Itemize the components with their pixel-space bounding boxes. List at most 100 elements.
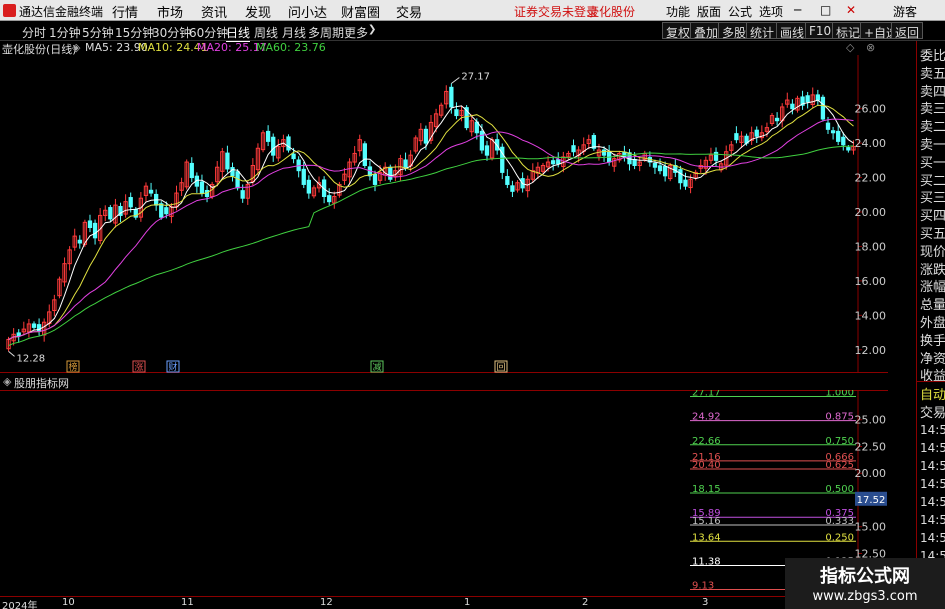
side-item-15: 外盘 bbox=[920, 316, 945, 331]
tab-fenshi[interactable]: 分时 bbox=[22, 24, 46, 41]
candle bbox=[413, 135, 418, 154]
candle bbox=[352, 146, 357, 166]
candle-body bbox=[846, 147, 851, 151]
tab-1min[interactable]: 1分钟 bbox=[49, 24, 81, 41]
main-chart-header: 壶化股份(日线) ◈ MA5: 23.90 MA10: 24.41 MA20: … bbox=[0, 41, 888, 56]
candle bbox=[77, 235, 82, 249]
fib-level-price: 13.64 bbox=[692, 532, 721, 543]
fib-level-price: 15.16 bbox=[692, 516, 721, 527]
candle-body bbox=[189, 162, 194, 179]
candle bbox=[265, 125, 271, 147]
candle bbox=[347, 158, 352, 184]
fib-level-ratio: 0.333 bbox=[825, 516, 854, 527]
candle bbox=[143, 182, 149, 203]
tab-daily[interactable]: 日线 bbox=[226, 24, 251, 42]
candle-body bbox=[820, 96, 826, 120]
candle-body bbox=[164, 207, 169, 215]
x-label-oct: 10 bbox=[62, 597, 75, 608]
fib-level: 20.40 0.625 bbox=[690, 460, 856, 471]
candle bbox=[225, 145, 230, 173]
candle-body bbox=[830, 130, 836, 134]
stats-button[interactable]: 统计 bbox=[746, 22, 779, 40]
menu-item-jy[interactable]: 交易 bbox=[396, 2, 422, 21]
sub-chart-header: ◈ 股朋指标网 bbox=[0, 374, 300, 390]
y-tick-label: 26.00 bbox=[855, 103, 887, 116]
candle bbox=[108, 204, 113, 222]
side-time-3: 14:55 bbox=[920, 477, 945, 491]
menu-item-hq[interactable]: 行情 bbox=[112, 2, 138, 21]
x-label-dec: 12 bbox=[320, 597, 333, 608]
menu-item-sc[interactable]: 市场 bbox=[157, 2, 183, 21]
candle bbox=[454, 102, 459, 120]
low-annotation-line bbox=[8, 350, 15, 357]
candle bbox=[500, 143, 505, 180]
fib-level-price: 27.17 bbox=[692, 390, 721, 399]
fib-level-price: 18.15 bbox=[692, 484, 721, 495]
fib-level: 27.17 1.000 bbox=[690, 390, 856, 399]
side-item-11: 现价 bbox=[920, 244, 945, 260]
candle bbox=[276, 139, 281, 162]
tab-weekly[interactable]: 周线 bbox=[254, 24, 278, 41]
tab-monthly[interactable]: 月线 bbox=[282, 24, 306, 41]
event-marker-label: 榜 bbox=[68, 361, 77, 373]
side-item-7: 买二 bbox=[920, 173, 945, 189]
candle-body bbox=[815, 94, 820, 101]
f10-button[interactable]: F10 bbox=[805, 22, 836, 39]
app-logo-icon bbox=[3, 4, 16, 17]
guest-user[interactable]: 游客 bbox=[893, 3, 917, 20]
menu-item-formula[interactable]: 公式 bbox=[728, 3, 752, 20]
collapse-icon[interactable]: ◈ bbox=[72, 41, 80, 54]
tab-more[interactable]: 更多 bbox=[344, 24, 368, 41]
menu-item-options[interactable]: 选项 bbox=[759, 3, 783, 20]
candle bbox=[230, 162, 235, 182]
candle bbox=[220, 147, 225, 179]
side-time-1: 14:54 bbox=[920, 441, 945, 455]
candle bbox=[72, 228, 77, 251]
menu-item-cfq[interactable]: 财富圈 bbox=[341, 2, 380, 21]
candle-body bbox=[199, 181, 205, 194]
candle bbox=[103, 205, 108, 222]
more-chevron-icon[interactable]: ❯ bbox=[368, 24, 376, 35]
minimize-icon[interactable]: ─ bbox=[794, 3, 801, 17]
candle-body bbox=[825, 122, 831, 130]
candle bbox=[215, 161, 220, 187]
menu-item-function[interactable]: 功能 bbox=[666, 3, 690, 20]
candle bbox=[26, 318, 32, 338]
tab-30min[interactable]: 30分钟 bbox=[152, 24, 191, 41]
fib-level-ratio: 0.500 bbox=[825, 484, 854, 495]
fib-level-price: 22.66 bbox=[692, 436, 721, 447]
y-tick-label: 24.00 bbox=[855, 137, 887, 150]
side-lower-item-0[interactable]: 自动 bbox=[920, 384, 945, 403]
draw-line-button[interactable]: 画线 bbox=[776, 22, 809, 40]
tab-60min[interactable]: 60分钟 bbox=[189, 24, 228, 41]
side-item-1: 卖五 bbox=[920, 66, 945, 82]
tab-multi-period[interactable]: 多周期 bbox=[308, 24, 344, 41]
menu-item-wxd[interactable]: 问小达 bbox=[288, 2, 327, 21]
candle bbox=[780, 103, 785, 128]
candle-body bbox=[230, 167, 235, 177]
close-icon[interactable]: ✕ bbox=[846, 3, 856, 17]
candle-body bbox=[159, 203, 164, 218]
x-label-mar: 3 bbox=[702, 597, 709, 608]
fib-level: 13.64 0.250 bbox=[690, 532, 856, 543]
candle-body bbox=[841, 136, 846, 146]
menu-item-fx[interactable]: 发现 bbox=[245, 2, 271, 21]
side-item-14: 总量 bbox=[920, 298, 945, 314]
back-button[interactable]: 返回 bbox=[891, 22, 924, 40]
fib-level-price: 11.38 bbox=[692, 556, 721, 567]
tab-15min[interactable]: 15分钟 bbox=[115, 24, 154, 41]
menu-item-layout[interactable]: 版面 bbox=[697, 3, 721, 20]
indicator-chart[interactable]: 27.17 1.00024.92 0.87522.66 0.75021.16 0.666… bbox=[0, 390, 888, 595]
menu-item-zx[interactable]: 资讯 bbox=[201, 2, 227, 21]
maximize-icon[interactable]: □ bbox=[820, 3, 831, 17]
high-annotation: 27.17 bbox=[461, 72, 490, 83]
tab-5min[interactable]: 5分钟 bbox=[82, 24, 114, 41]
main-kline-chart[interactable]: 26.00 24.00 22.00 20.00 18.00 16.00 14.00 12.00… bbox=[0, 55, 888, 373]
candle-body bbox=[601, 149, 607, 156]
candle-body bbox=[805, 95, 810, 103]
candle bbox=[189, 157, 194, 183]
settings-icon[interactable]: ⊗ bbox=[866, 41, 875, 54]
side-lower-item-1[interactable]: 交易 bbox=[920, 402, 945, 421]
diamond-icon[interactable]: ◇ bbox=[846, 41, 854, 54]
sub-collapse-icon[interactable]: ◈ bbox=[3, 375, 11, 388]
